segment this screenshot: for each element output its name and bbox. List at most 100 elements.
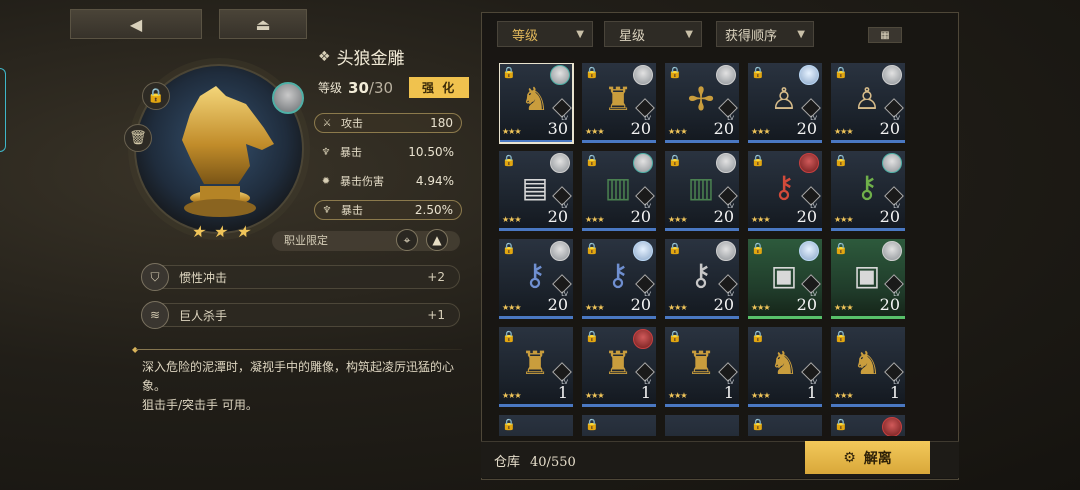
lock-icon: 🔒: [585, 330, 599, 343]
lock-icon: 🔒: [668, 242, 682, 255]
grid-view-button[interactable]: ▦: [868, 27, 902, 43]
skill-row[interactable]: ≋ 巨人杀手 +1: [141, 301, 460, 329]
item-stars: ★★★: [668, 215, 687, 224]
inventory-item[interactable]: 🔒 ▤ LV 20 ★★★: [499, 151, 573, 231]
back-arrow-icon: ◀: [129, 14, 143, 34]
lock-icon: 🔒: [585, 242, 599, 255]
book-icon: ▥: [687, 170, 715, 204]
stat-value: 2.50%: [414, 203, 453, 217]
inventory-item[interactable]: 🔒 ▥ LV 20 ★★★: [665, 151, 739, 231]
usable-classes: 狙击手/突击手 可用。: [142, 398, 258, 412]
inventory-item[interactable]: 🔒 ⚷ LV 20 ★★★: [748, 151, 822, 231]
discard-button[interactable]: 🗑: [124, 124, 152, 152]
sword-icon: ⚔: [322, 117, 332, 129]
inventory-item[interactable]: 🔒♜: [748, 415, 822, 436]
item-level: 20: [796, 119, 817, 138]
lock-icon: 🔒: [834, 154, 848, 167]
item-stars: ★★★: [585, 391, 604, 400]
item-level: 20: [713, 119, 734, 138]
inventory-item[interactable]: 🔒 ♜ LV 1 ★★★: [665, 327, 739, 407]
inventory-item[interactable]: 🔒 ♙ LV 20 ★★★: [748, 63, 822, 143]
lock-icon: 🔒: [502, 154, 516, 167]
photo-icon: ▣: [770, 258, 798, 292]
star-icon: ★: [234, 222, 254, 241]
skill-row[interactable]: ⛉ 惯性冲击 +2: [141, 263, 460, 291]
inventory-item[interactable]: 🔒 ⚷ LV 20 ★★★: [831, 151, 905, 231]
eagle-statue-icon: ✢: [687, 80, 715, 118]
lock-icon: 🔒: [751, 154, 765, 167]
crit-icon: ♆: [322, 204, 332, 216]
item-level: 1: [889, 383, 900, 402]
lock-icon: 🔒: [502, 418, 516, 431]
dismantle-button[interactable]: ⚙ 解离: [805, 441, 930, 474]
inventory-item[interactable]: 🔒 ▣ LV 20 ★★★: [831, 239, 905, 319]
inventory-item[interactable]: 🔒♜: [831, 415, 905, 436]
inventory-item[interactable]: 🔒 ♙ LV 20 ★★★: [831, 63, 905, 143]
blue-key-icon: ⚷: [524, 257, 546, 293]
grid-icon: ▦: [880, 29, 890, 41]
sort-level-dropdown[interactable]: 等级 ▼: [497, 21, 593, 47]
item-level: 20: [879, 119, 900, 138]
lock-icon: 🔒: [834, 66, 848, 79]
inventory-item[interactable]: 🔒 ♞ LV 1 ★★★: [831, 327, 905, 407]
item-stars: ★★★: [834, 303, 853, 312]
chevron-down-icon: ▼: [685, 28, 693, 40]
item-level: 30: [547, 119, 568, 138]
claw-icon: ≋: [141, 301, 169, 329]
photo-icon: ▣: [853, 258, 881, 292]
inventory-item[interactable]: 🔒 ♜ LV 1 ★★★: [499, 327, 573, 407]
inventory-item[interactable]: 🔒♜: [582, 415, 656, 436]
inventory-item[interactable]: 🔒 ⚷ LV 20 ★★★: [582, 239, 656, 319]
lion-statue-icon: ♜: [520, 344, 550, 382]
stat-crit-damage: ✹ 暴击伤害 4.94%: [314, 171, 462, 191]
lion-statue-icon: ♜: [603, 80, 633, 118]
enhance-button[interactable]: 强 化: [409, 77, 470, 98]
stat-value: 4.94%: [415, 174, 454, 188]
lock-icon: 🔒: [502, 330, 516, 343]
inventory-item[interactable]: 🔒 ♜ LV 20 ★★★: [582, 63, 656, 143]
item-level: 1: [557, 383, 568, 402]
inventory-item[interactable]: 🔒♜: [499, 415, 573, 436]
skill-bonus: +1: [427, 308, 445, 322]
wolf-statue-icon: ♞: [520, 80, 550, 118]
lock-icon: 🔒: [751, 66, 765, 79]
inventory-item[interactable]: 🔒 ♞ LV 30 ★★★: [499, 63, 574, 144]
item-stars: ★★★: [585, 127, 604, 136]
item-stars: ★★★: [834, 391, 853, 400]
inventory-item[interactable]: 🔒 ♜ LV 1 ★★★: [582, 327, 656, 407]
back-button[interactable]: ◀: [70, 9, 202, 39]
equipped-character-avatar[interactable]: [272, 82, 304, 114]
item-level: 20: [547, 207, 568, 226]
stat-attack: ⚔ 攻击 180: [314, 113, 462, 133]
inventory-item[interactable]: 🔒 ▥ LV 20 ★★★: [582, 151, 656, 231]
lock-icon: 🔒: [585, 154, 599, 167]
item-stars: ★★★: [834, 215, 853, 224]
item-level: 20: [713, 207, 734, 226]
level-label: 等级: [318, 81, 343, 95]
book-icon: ▥: [604, 170, 632, 204]
sort-acquired-dropdown[interactable]: 获得顺序 ▼: [716, 21, 814, 47]
item-level: 20: [796, 295, 817, 314]
item-level: 20: [796, 207, 817, 226]
inventory-item[interactable]: 🔒 ♞ LV 1 ★★★: [748, 327, 822, 407]
inventory-item[interactable]: ♜: [665, 415, 739, 436]
inventory-item[interactable]: 🔒 ⚷ LV 20 ★★★: [499, 239, 573, 319]
star-icon: ★: [189, 222, 209, 241]
lock-button[interactable]: 🔒: [142, 82, 170, 110]
lock-icon: 🔒: [502, 242, 516, 255]
inventory-grid: 🔒 ♞ LV 30 ★★★ 🔒 ♜ LV 20 ★★★ 🔒 ✢ LV 20 ★★★ 🔒 ♙ LV 20 ★★★ 🔒 ♙ LV…: [499, 63, 909, 436]
skill-bonus: +2: [427, 270, 445, 284]
blue-key-icon: ⚷: [607, 257, 629, 293]
side-drawer-tab[interactable]: [0, 68, 6, 152]
shield-icon: ⛉: [141, 263, 169, 291]
inventory-item[interactable]: 🔒 ▣ LV 20 ★★★: [748, 239, 822, 319]
inventory-item[interactable]: 🔒 ⚷ LV 20 ★★★: [665, 239, 739, 319]
item-stars: ★★★: [751, 127, 770, 136]
statue-icon: ♜: [847, 429, 887, 436]
item-stars: ★★★: [502, 127, 521, 136]
inventory-item[interactable]: 🔒 ✢ LV 20 ★★★: [665, 63, 739, 143]
level-value: 30/30: [348, 78, 394, 97]
item-level: 20: [630, 295, 651, 314]
sort-stars-dropdown[interactable]: 星级 ▼: [604, 21, 702, 47]
home-button[interactable]: ⏏: [219, 9, 307, 39]
